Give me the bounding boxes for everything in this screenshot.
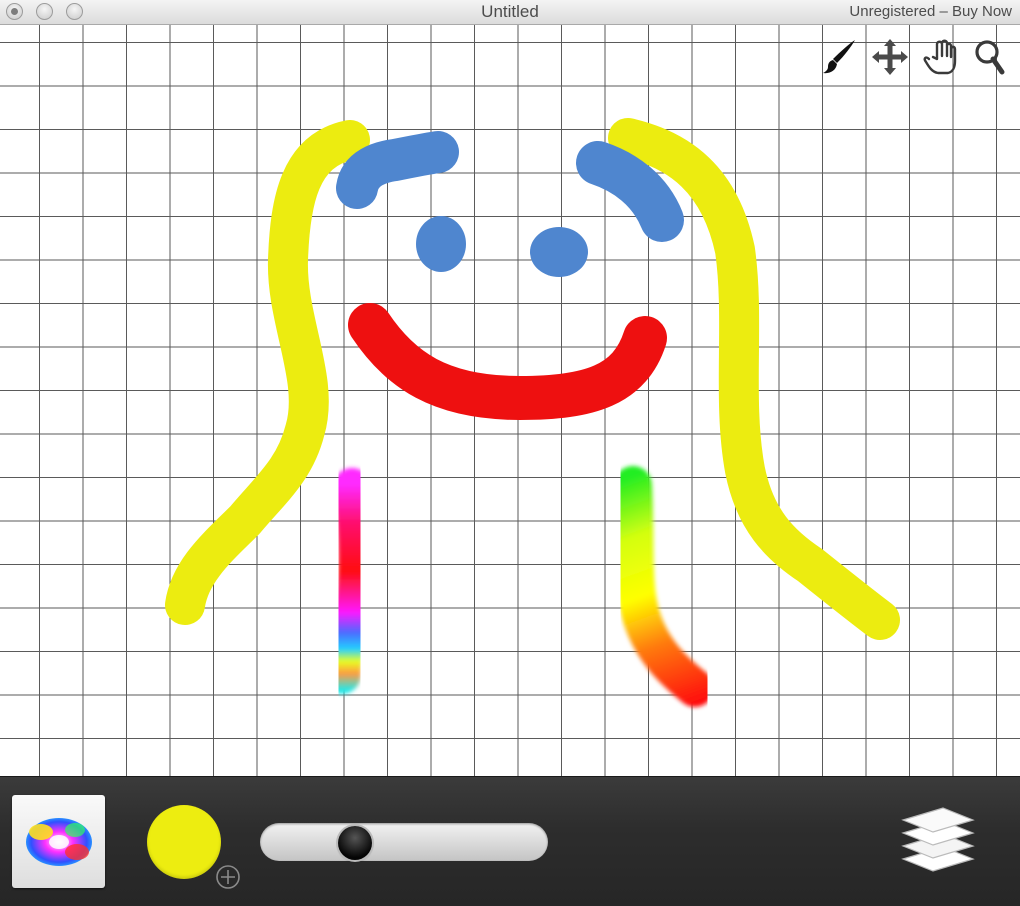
move-tool[interactable] (870, 37, 910, 77)
title-bar: Untitled Unregistered – Buy Now (0, 0, 1020, 25)
buy-now-link[interactable]: Unregistered – Buy Now (849, 3, 1012, 20)
blue-eye-left (416, 216, 466, 272)
color-wheel-icon (25, 817, 92, 866)
hand-icon (923, 39, 957, 75)
current-color-swatch[interactable] (147, 805, 221, 879)
plus-circle-icon (216, 865, 240, 889)
red-smile (348, 303, 667, 421)
hand-tool[interactable] (920, 37, 960, 77)
tool-bar (820, 37, 1010, 77)
brush-icon (823, 40, 855, 74)
rainbow-stroke (323, 468, 377, 694)
drawing-strokes (165, 118, 900, 707)
brush-size-slider-knob[interactable] (337, 826, 372, 860)
brush-size-slider[interactable] (260, 823, 548, 861)
gradient-stroke (614, 466, 714, 707)
blue-eye-right (530, 227, 588, 277)
color-palette-button[interactable] (12, 795, 105, 888)
blue-eyebrow-right (576, 141, 684, 242)
move-arrows-icon (872, 39, 908, 75)
brush-tool[interactable] (820, 37, 860, 77)
blue-eyebrow-left (336, 131, 459, 209)
drawing-canvas[interactable] (0, 25, 1020, 776)
layers-button[interactable] (895, 799, 980, 879)
layers-icon (901, 807, 975, 872)
bottom-toolbar (0, 776, 1020, 906)
yellow-stroke-left (165, 120, 370, 625)
zoom-tool[interactable] (970, 37, 1010, 77)
magnifier-icon (975, 40, 1005, 75)
add-color-button[interactable] (214, 863, 242, 891)
